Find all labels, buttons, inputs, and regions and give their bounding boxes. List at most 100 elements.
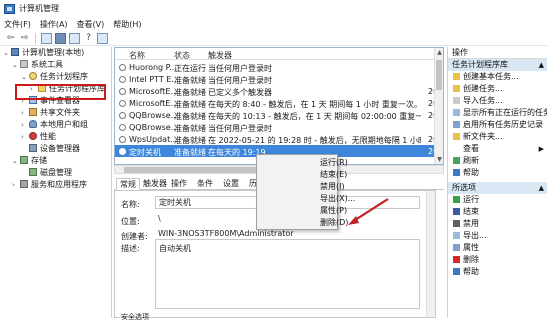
tab-actions[interactable]: 操作 [168,178,190,190]
action-item[interactable]: 新文件夹... [448,131,547,143]
folder-up-icon[interactable] [41,32,52,44]
tree-item-label: 任务计划程序 [40,72,88,81]
column-name[interactable]: 名称 [129,50,145,61]
action-item[interactable]: 删除 [448,254,547,266]
action-item-label: 删除 [463,255,479,264]
show-hide-tree-icon[interactable] [55,32,66,44]
menu-item-disable-label[interactable]: 禁用(I) [320,181,345,192]
tree-item-label: 事件查看器 [40,96,80,105]
table-row[interactable]: MicrosoftE... 准备就绪 在每天的 8:40 - 触发后，在 1 天 期… [115,97,438,109]
menu-view[interactable]: 查看(V) [77,19,105,30]
table-row[interactable]: WpsUpdat... 准备就绪在 2022-05-21 的 19:28 时 - … [115,133,438,145]
expand-icon[interactable]: ⌄ [21,71,29,83]
menu-item-run-label[interactable]: 运行(R) [320,157,348,168]
tab-triggers[interactable]: 触发器 [140,178,170,190]
properties-scrollbar[interactable] [426,191,435,317]
menu-item-export-label[interactable]: 导出(X)... [320,193,355,204]
menu-action[interactable]: 操作(A) [40,19,68,30]
expand-icon[interactable]: ⌄ [12,155,20,167]
action-item-label: 启用所有任务历史记录 [463,120,543,129]
table-row[interactable]: QQBrowse... 准备就绪 当任何用户登录时 [115,121,435,133]
action-item[interactable]: 运行 [448,194,547,206]
show-hide-action-pane-icon[interactable] [97,32,108,44]
scroll-up-icon[interactable]: ▲ [435,48,443,57]
action-item-label: 新文件夹... [463,132,503,141]
properties-icon [453,244,460,251]
table-row[interactable]: MicrosoftE... 准备就绪 已定义多个触发器 20 [115,85,438,97]
expand-icon[interactable]: › [30,83,38,95]
help-icon [453,169,460,176]
menu-item-delete-label[interactable]: 删除(D) [320,217,348,228]
expand-icon[interactable]: › [21,131,29,143]
forward-arrow-icon[interactable]: ⇨ [19,33,30,44]
action-item[interactable]: 创建基本任务... [448,71,547,83]
action-item-label: 属性 [463,243,479,252]
tree-item[interactable]: ⌄ 任务计划程序 [0,71,111,83]
menu-help[interactable]: 帮助(H) [113,19,141,30]
table-row[interactable]: QQBrowse... 准备就绪 在每天的 10:13 - 触发后，在 1 天 期间… [115,109,438,121]
description-field[interactable]: 自动关机 [155,239,420,309]
collapse-icon[interactable]: ▲ [539,59,544,71]
table-row[interactable]: Huorong P... 正在运行 当任何用户登录时 [115,61,435,73]
actions-section-selected[interactable]: 所选项 ▲ [448,182,547,194]
expand-icon[interactable]: › [21,107,29,119]
storage-icon [20,156,28,164]
refresh-icon [453,157,460,164]
expand-icon[interactable]: ⌄ [12,59,20,71]
tree-item[interactable]: › 共享文件夹 [0,107,111,119]
action-item[interactable]: 属性 [448,242,547,254]
action-item-label: 运行 [463,195,479,204]
tree-item[interactable]: › 服务和应用程序 [0,179,111,191]
scroll-down-icon[interactable]: ▼ [435,155,443,164]
action-item[interactable]: 查看 ▶ [448,143,547,155]
menu-file[interactable]: 文件(F) [4,19,31,30]
expand-icon[interactable]: ⌄ [3,47,11,59]
computer-management-icon [11,48,19,56]
tab-conditions[interactable]: 条件 [194,178,216,190]
tree-item[interactable]: ⌄ 计算机管理(本地) [0,47,111,59]
expand-icon[interactable]: › [21,119,29,131]
menu-item-end-label[interactable]: 结束(E) [320,169,347,180]
action-item[interactable]: 帮助 [448,266,547,278]
tree-item[interactable]: 设备管理器 [0,143,111,155]
tree-item[interactable]: › 性能 [0,131,111,143]
action-item[interactable]: 刷新 [448,155,547,167]
properties-icon[interactable] [69,32,80,44]
menu-item-properties-label[interactable]: 属性(P) [320,205,347,216]
task-icon [119,124,126,131]
tree-item[interactable]: › 本地用户和组 [0,119,111,131]
tab-settings[interactable]: 设置 [220,178,242,190]
users-icon [29,120,37,128]
actions-section-library[interactable]: 任务计划程序库 ▲ [448,59,547,71]
tree-item[interactable]: ⌄ 存储 [0,155,111,167]
action-item[interactable]: 导出... [448,230,547,242]
help-icon[interactable]: ? [83,33,94,44]
tree-item[interactable]: ⌄ 系统工具 [0,59,111,71]
tree-item-label: 共享文件夹 [40,108,80,117]
scroll-thumb[interactable] [436,60,442,90]
toolbar-divider [35,32,36,44]
expand-icon[interactable]: › [12,179,20,191]
tab-general[interactable]: 常规 [116,178,140,190]
column-trigger[interactable]: 触发器 [208,50,232,61]
expand-icon[interactable]: › [21,95,29,107]
tree-item[interactable]: › 任务计划程序库 [0,83,111,95]
collapse-icon[interactable]: ▲ [539,182,544,194]
action-item[interactable]: 创建任务... [448,83,547,95]
tree-item-label: 服务和应用程序 [31,180,87,189]
action-item[interactable]: 结束 [448,206,547,218]
table-row[interactable]: Intel PTT E... 准备就绪 当任何用户登录时 [115,73,435,85]
task-list-scrollbar[interactable]: ▲ ▼ [434,48,443,164]
action-item[interactable]: 启用所有任务历史记录 [448,119,547,131]
action-item[interactable]: 显示所有正在运行的任务 [448,107,547,119]
tree-item[interactable]: 磁盘管理 [0,167,111,179]
task-icon [119,64,126,71]
back-arrow-icon[interactable]: ⇦ [5,33,16,44]
action-item[interactable]: 帮助 [448,167,547,179]
actions-pane: 操作 任务计划程序库 ▲ 创建基本任务... 创建任务... 导入任务... 显示所有正… [447,47,547,318]
action-item[interactable]: 禁用 [448,218,547,230]
name-label: 名称: [121,200,140,209]
column-status[interactable]: 状态 [174,50,190,61]
action-item[interactable]: 导入任务... [448,95,547,107]
tree-item[interactable]: › 事件查看器 [0,95,111,107]
